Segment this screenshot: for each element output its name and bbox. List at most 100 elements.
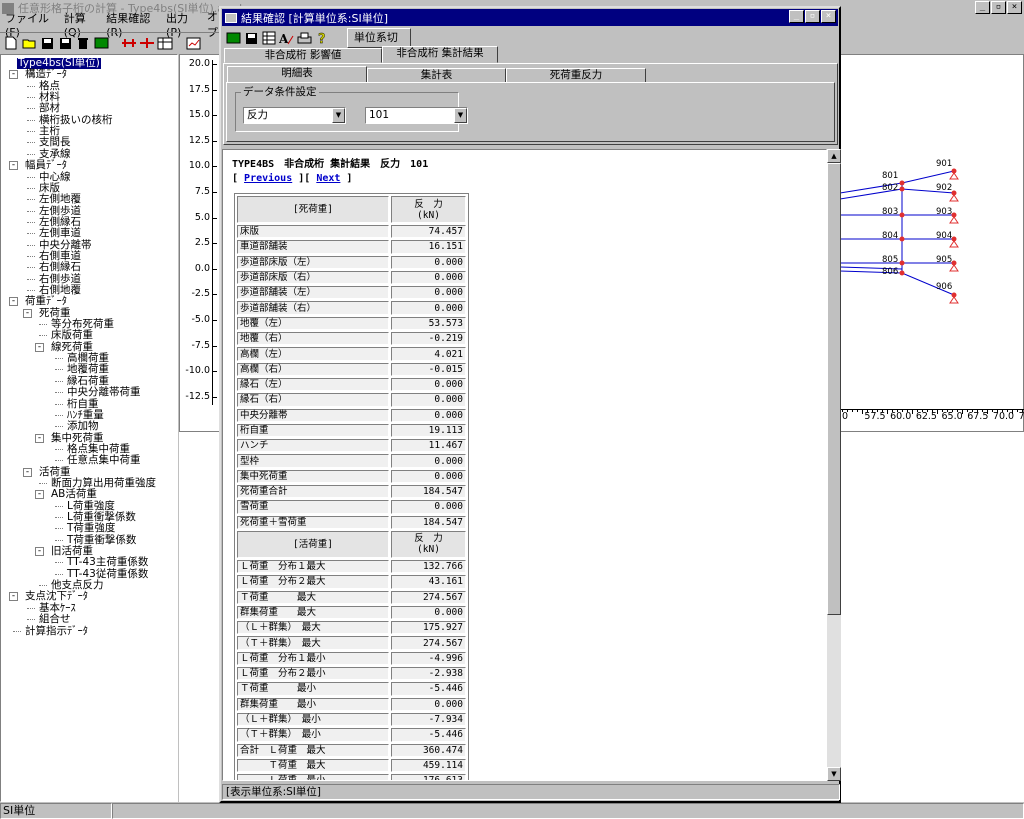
print-icon[interactable]	[297, 30, 312, 46]
save-icon[interactable]	[39, 35, 55, 51]
tree-expander-icon[interactable]: -	[9, 161, 18, 171]
maximize-button[interactable]: ▫	[991, 1, 1006, 14]
row-label: ハンチ	[237, 439, 389, 453]
delete-icon[interactable]	[75, 35, 91, 51]
table-row: 中央分離帯 0.000	[237, 408, 466, 422]
save-icon[interactable]	[244, 30, 259, 46]
tree-item[interactable]: 右側歩道	[39, 273, 81, 285]
tree-expander-icon[interactable]: -	[23, 308, 32, 318]
row-value: -5.446	[391, 682, 466, 696]
row-label: 死荷重＋雪荷重	[237, 515, 389, 529]
tree-item[interactable]: AB活荷重	[51, 489, 97, 500]
table-row: 歩道部舗装（左） 0.000	[237, 286, 466, 300]
tree-item[interactable]: 支点沈下ﾃﾞｰﾀ	[25, 591, 88, 602]
next-link[interactable]: Next	[316, 173, 340, 184]
help-icon[interactable]: ?	[315, 30, 330, 46]
new-file-icon[interactable]	[3, 35, 19, 51]
tab-dead-load-reaction[interactable]: 死荷重反力	[506, 68, 646, 83]
tree-item[interactable]: TT-43主荷重係数	[67, 557, 148, 568]
table-icon[interactable]	[262, 30, 277, 46]
table-row: 歩道部床版（右） 0.000	[237, 270, 466, 285]
row-value: 459.114	[391, 758, 466, 773]
tree-item[interactable]: 中央分離帯荷重	[67, 387, 141, 398]
tree-item[interactable]: 部材	[39, 103, 60, 114]
tree-item[interactable]: 組合せ	[39, 614, 71, 625]
row-label: Ｌ荷重 分布１最大	[237, 559, 389, 574]
row-label: Ｌ荷重 分布１最小	[237, 651, 389, 666]
close-button[interactable]: ×	[1007, 1, 1022, 14]
tab-detail[interactable]: 明細表	[227, 66, 367, 83]
tree-item[interactable]: 右側縁石	[39, 262, 81, 273]
calc-icon[interactable]	[121, 35, 137, 51]
tree-item[interactable]: L荷重強度	[67, 500, 115, 512]
dialog-close-button[interactable]: ×	[821, 10, 836, 23]
tree-item[interactable]: 地覆荷重	[67, 364, 109, 375]
tab-influence[interactable]: 非合成桁 影響値	[224, 48, 382, 63]
dialog-maximize-button[interactable]: ▫	[805, 10, 820, 23]
minimize-button[interactable]: _	[975, 1, 990, 14]
scroll-thumb[interactable]	[827, 163, 841, 615]
tree-item[interactable]: 中央分離帯	[39, 239, 92, 251]
calc2-icon[interactable]	[139, 35, 155, 51]
tree-expander-icon[interactable]: -	[35, 433, 44, 443]
previous-link[interactable]: Previous	[244, 173, 292, 184]
tree-item[interactable]: 活荷重	[39, 466, 71, 478]
row-label: 桁自重	[237, 423, 389, 438]
y-tick-label: 7.5	[194, 186, 210, 197]
tree-item[interactable]: 荷重ﾃﾞｰﾀ	[25, 296, 67, 307]
tree-expander-icon[interactable]: -	[9, 70, 18, 80]
unit-switch-button[interactable]: 単位系切替	[346, 28, 412, 61]
tree-expander-icon[interactable]: -	[35, 547, 44, 557]
tree-item[interactable]: 床版荷重	[51, 330, 93, 341]
result-type-select[interactable]: 反力 ▼	[243, 107, 346, 124]
tree-item[interactable]: 幅員ﾃﾞｰﾀ	[25, 160, 67, 171]
vertical-scrollbar[interactable]: ▲ ▼	[827, 149, 841, 781]
node-label: 906	[936, 282, 953, 292]
row-value: 175.927	[391, 621, 466, 635]
row-label: 中央分離帯	[237, 408, 389, 422]
y-tick-label: -12.5	[185, 390, 210, 402]
table-icon[interactable]	[157, 35, 173, 51]
tree-item[interactable]: 支間長	[39, 137, 71, 148]
tree-item[interactable]: 左側車道	[39, 228, 81, 239]
row-label: 歩道部舗装（右）	[237, 301, 389, 315]
export-icon[interactable]	[93, 35, 109, 51]
tab-aggregate[interactable]: 集計表	[367, 68, 506, 83]
tree-item[interactable]: 中心線	[39, 171, 71, 183]
tab-summary[interactable]: 非合成桁 集計結果	[382, 46, 498, 63]
tree-expander-icon[interactable]: -	[35, 490, 44, 500]
row-label: 縁石（左）	[237, 377, 389, 392]
tree-item[interactable]: 左側歩道	[39, 205, 81, 217]
row-value: 16.151	[391, 240, 466, 254]
case-select[interactable]: 101 ▼	[365, 107, 468, 124]
export-icon[interactable]	[226, 30, 241, 46]
table-row: 車道部舗装 16.151	[237, 240, 466, 254]
row-value: 0.000	[391, 301, 466, 315]
font-icon[interactable]: A	[279, 30, 294, 46]
data-tree: Type4bs(SI単位) - 構造ﾃﾞｰﾀ 格点 材料 部材 横桁扱いの核桁 主桁 支間長 支承…	[0, 54, 178, 802]
tree-item[interactable]: 桁自重	[67, 398, 99, 410]
tree-item[interactable]: 添加物	[67, 421, 99, 432]
table-row: 床版 74.457	[237, 225, 466, 239]
tree-item[interactable]: 左側地覆	[39, 194, 81, 205]
row-label: （Ｔ＋群集） 最小	[237, 728, 389, 742]
tree-expander-icon[interactable]: -	[9, 297, 18, 307]
tree-item[interactable]: 主桁	[39, 126, 60, 137]
tree-expander-icon[interactable]: -	[35, 342, 44, 352]
x-tick-label: 62.5	[915, 411, 937, 422]
tree-item[interactable]: 構造ﾃﾞｰﾀ	[25, 69, 67, 80]
x-tick-label: 60.0	[890, 411, 912, 422]
tree-expander-icon[interactable]: -	[9, 592, 18, 602]
tree-item[interactable]: T荷重強度	[67, 523, 115, 534]
dialog-minimize-button[interactable]: _	[789, 10, 804, 23]
save-as-icon[interactable]	[57, 35, 73, 51]
tree-item[interactable]: 集中死荷重	[51, 432, 104, 444]
tree-expander-icon[interactable]: -	[23, 467, 32, 477]
tree-item[interactable]: 任意点集中荷重	[67, 455, 141, 466]
scroll-down-icon[interactable]: ▼	[827, 767, 841, 781]
tree-item[interactable]: 計算指示ﾃﾞｰﾀ	[25, 625, 88, 637]
chart-icon[interactable]	[185, 35, 201, 51]
open-folder-icon[interactable]	[21, 35, 37, 51]
scroll-up-icon[interactable]: ▲	[827, 149, 841, 163]
table-row: 集中死荷重 0.000	[237, 469, 466, 484]
